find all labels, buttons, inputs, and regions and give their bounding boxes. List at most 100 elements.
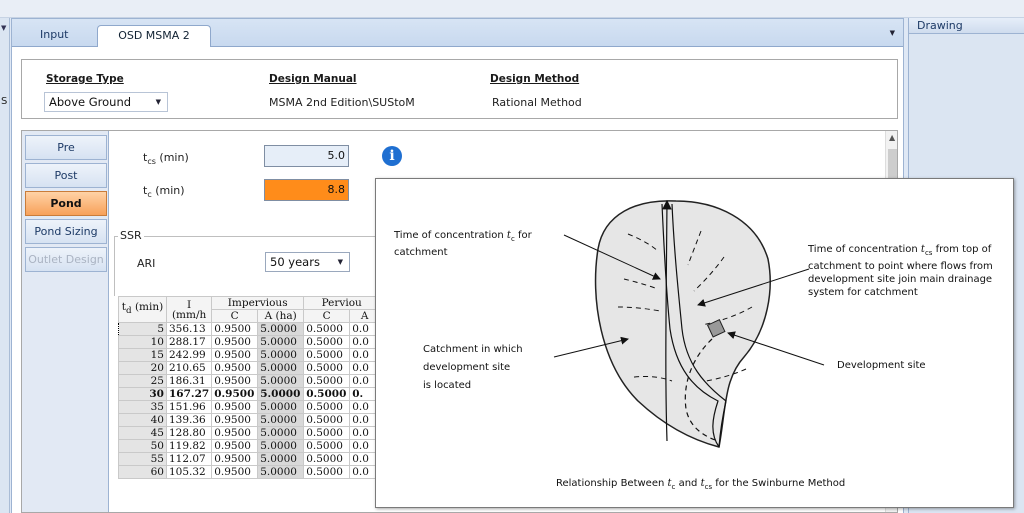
intensity-cell[interactable]: 151.96 <box>165 400 213 414</box>
pervious-c-cell[interactable]: 0.5000 <box>303 387 351 401</box>
td-cell[interactable]: 40 <box>118 413 167 427</box>
table-row[interactable]: 15 242.99 0.9500 5.0000 0.5000 0.0 <box>118 348 381 362</box>
tcs-label: tcs (min) <box>143 151 189 167</box>
intensity-cell[interactable]: 112.07 <box>165 452 213 466</box>
td-cell[interactable]: 5 <box>118 322 167 336</box>
intensity-cell[interactable]: 356.13 <box>165 322 213 336</box>
intensity-cell[interactable]: 186.31 <box>165 374 213 388</box>
table-row[interactable]: 45 128.80 0.9500 5.0000 0.5000 0.0 <box>118 426 381 440</box>
intensity-cell[interactable]: 167.27 <box>165 387 213 401</box>
impervious-a-cell[interactable]: 5.0000 <box>257 322 305 336</box>
impervious-c-cell[interactable]: 0.9500 <box>211 465 259 479</box>
side-tab-pond-storage[interactable]: Pond Storage <box>25 191 107 233</box>
impervious-a-cell[interactable]: 5.0000 <box>257 387 305 401</box>
table-row[interactable]: 25 186.31 0.9500 5.0000 0.5000 0.0 <box>118 374 381 388</box>
info-icon[interactable]: i <box>382 146 402 166</box>
table-row[interactable]: 35 151.96 0.9500 5.0000 0.5000 0.0 <box>118 400 381 414</box>
storage-type-heading: Storage Type <box>46 73 124 85</box>
intensity-cell[interactable]: 128.80 <box>165 426 213 440</box>
impervious-a-cell[interactable]: 5.0000 <box>257 452 305 466</box>
td-cell[interactable]: 25 <box>118 374 167 388</box>
impervious-a-cell[interactable]: 5.0000 <box>257 400 305 414</box>
tab-input[interactable]: Input <box>26 25 82 47</box>
side-tab-strip: Pre Post Pond Storage Pond Sizing Outlet… <box>22 131 109 512</box>
table-row[interactable]: 20 210.65 0.9500 5.0000 0.5000 0.0 <box>118 361 381 375</box>
pervious-c-cell[interactable]: 0.5000 <box>303 361 351 375</box>
table-row[interactable]: 10 288.17 0.9500 5.0000 0.5000 0.0 <box>118 335 381 349</box>
impervious-a-cell[interactable]: 5.0000 <box>257 361 305 375</box>
table-row[interactable]: 30 167.27 0.9500 5.0000 0.5000 0. <box>118 387 381 401</box>
table-row[interactable]: 50 119.82 0.9500 5.0000 0.5000 0.0 <box>118 439 381 453</box>
ssr-title: SSR <box>118 229 144 242</box>
table-row[interactable]: 5 356.13 0.9500 5.0000 0.5000 0.0 <box>118 322 381 336</box>
pervious-c-cell[interactable]: 0.5000 <box>303 400 351 414</box>
impervious-c-cell[interactable]: 0.9500 <box>211 348 259 362</box>
impervious-a-cell[interactable]: 5.0000 <box>257 348 305 362</box>
side-tab-outlet-design: Outlet Design <box>25 247 107 272</box>
pervious-c-cell[interactable]: 0.5000 <box>303 439 351 453</box>
impervious-c-cell[interactable]: 0.9500 <box>211 439 259 453</box>
impervious-a-cell[interactable]: 5.0000 <box>257 413 305 427</box>
impervious-a-cell[interactable]: 5.0000 <box>257 465 305 479</box>
tab-list-dropdown-icon[interactable]: ▼ <box>890 29 895 37</box>
td-cell[interactable]: 35 <box>118 400 167 414</box>
catchment-description: Catchment in which development site is loc… <box>423 344 523 391</box>
catchment-outline <box>594 200 771 448</box>
pervious-c-cell[interactable]: 0.5000 <box>303 348 351 362</box>
td-cell[interactable]: 50 <box>118 439 167 453</box>
table-row[interactable]: 55 112.07 0.9500 5.0000 0.5000 0.0 <box>118 452 381 466</box>
impervious-a-cell[interactable]: 5.0000 <box>257 426 305 440</box>
pervious-c-cell[interactable]: 0.5000 <box>303 452 351 466</box>
td-cell[interactable]: 20 <box>118 361 167 375</box>
td-cell[interactable]: 60 <box>118 465 167 479</box>
impervious-c-cell[interactable]: 0.9500 <box>211 322 259 336</box>
impervious-c-cell[interactable]: 0.9500 <box>211 335 259 349</box>
tab-bar: Input OSD MSMA 2 ▼ <box>12 19 903 47</box>
collapse-arrow-icon[interactable]: ▼ <box>1 24 6 32</box>
impervious-c-cell[interactable]: 0.9500 <box>211 413 259 427</box>
ari-select[interactable]: 50 years ▼ <box>265 252 350 272</box>
impervious-a-cell[interactable]: 5.0000 <box>257 374 305 388</box>
storage-type-select[interactable]: Above Ground ▼ <box>44 92 168 112</box>
intensity-cell[interactable]: 288.17 <box>165 335 213 349</box>
scroll-up-icon[interactable]: ▲ <box>889 133 895 142</box>
impervious-c-cell[interactable]: 0.9500 <box>211 400 259 414</box>
pervious-c-cell[interactable]: 0.5000 <box>303 335 351 349</box>
ari-value: 50 years <box>270 255 320 269</box>
impervious-c-cell[interactable]: 0.9500 <box>211 426 259 440</box>
td-cell[interactable]: 10 <box>118 335 167 349</box>
table-row[interactable]: 60 105.32 0.9500 5.0000 0.5000 0.0 <box>118 465 381 479</box>
table-row[interactable]: 40 139.36 0.9500 5.0000 0.5000 0.0 <box>118 413 381 427</box>
tc-label: tc (min) <box>143 184 185 200</box>
side-tab-pond-sizing[interactable]: Pond Sizing <box>25 219 107 244</box>
td-cell[interactable]: 15 <box>118 348 167 362</box>
tcs-input[interactable]: 5.0 <box>264 145 349 167</box>
impervious-c-cell[interactable]: 0.9500 <box>211 361 259 375</box>
intensity-column-header: I (mm/h <box>165 296 213 323</box>
td-cell[interactable]: 30 <box>118 387 167 401</box>
intensity-cell[interactable]: 105.32 <box>165 465 213 479</box>
impervious-a-cell[interactable]: 5.0000 <box>257 335 305 349</box>
pervious-c-cell[interactable]: 0.5000 <box>303 426 351 440</box>
pervious-c-cell[interactable]: 0.5000 <box>303 322 351 336</box>
intensity-cell[interactable]: 242.99 <box>165 348 213 362</box>
td-cell[interactable]: 55 <box>118 452 167 466</box>
side-tab-pre[interactable]: Pre <box>25 135 107 160</box>
impervious-a-cell[interactable]: 5.0000 <box>257 439 305 453</box>
left-collapsed-panel[interactable]: ▼ S <box>0 18 10 513</box>
pervious-c-cell[interactable]: 0.5000 <box>303 413 351 427</box>
side-tab-post[interactable]: Post <box>25 163 107 188</box>
td-cell[interactable]: 45 <box>118 426 167 440</box>
pervious-c-cell[interactable]: 0.5000 <box>303 374 351 388</box>
impervious-c-cell[interactable]: 0.9500 <box>211 387 259 401</box>
impervious-c-cell[interactable]: 0.9500 <box>211 452 259 466</box>
chevron-down-icon: ▼ <box>337 258 343 266</box>
design-manual-value: MSMA 2nd Edition\SUStoM <box>269 96 415 109</box>
tc-input[interactable]: 8.8 <box>264 179 349 201</box>
intensity-cell[interactable]: 119.82 <box>165 439 213 453</box>
pervious-c-cell[interactable]: 0.5000 <box>303 465 351 479</box>
intensity-cell[interactable]: 139.36 <box>165 413 213 427</box>
tab-osd-msma-2[interactable]: OSD MSMA 2 <box>97 25 211 47</box>
impervious-c-cell[interactable]: 0.9500 <box>211 374 259 388</box>
intensity-cell[interactable]: 210.65 <box>165 361 213 375</box>
